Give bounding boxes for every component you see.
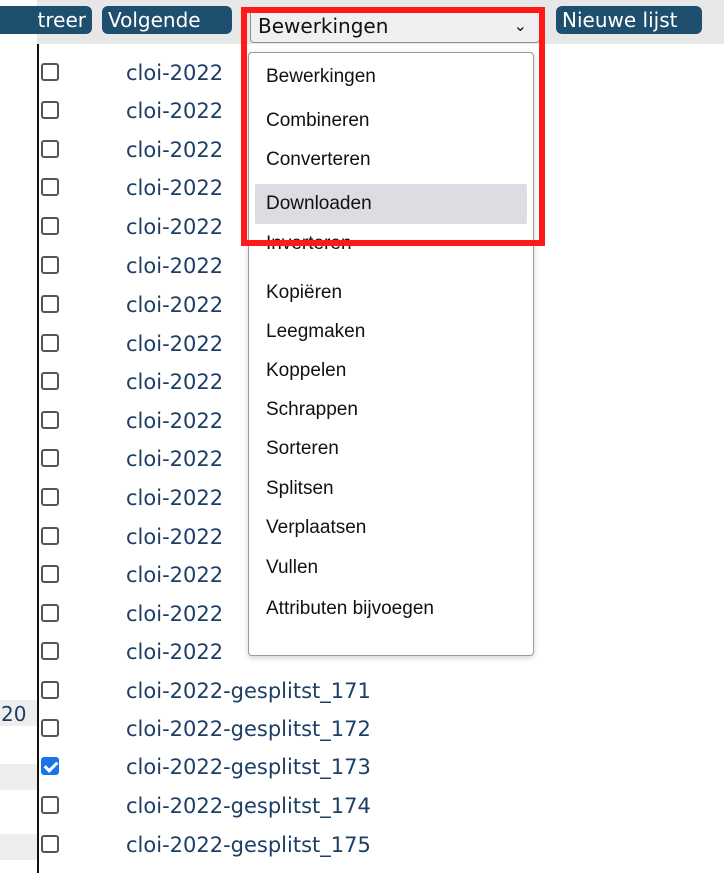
checkbox[interactable] (41, 681, 59, 699)
dropdown-option[interactable]: Koppelen (255, 351, 527, 391)
dropdown-option[interactable]: Sorteren (255, 429, 527, 469)
dropdown-option[interactable]: Verplaatsen (255, 508, 527, 548)
dropdown-option[interactable]: Combineren (255, 101, 527, 141)
checkbox[interactable] (41, 101, 59, 119)
list-item-link[interactable]: cloi-2022 (126, 287, 223, 323)
list-item-link[interactable]: cloi-2022-gesplitst_173 (126, 749, 371, 785)
list-item[interactable]: cloi-2022-gesplitst_172 (41, 711, 461, 749)
checkbox[interactable] (41, 411, 59, 429)
list-item-link[interactable]: cloi-2022 (126, 519, 223, 555)
background-row-band (0, 834, 40, 860)
list-item-link[interactable]: cloi-2022 (126, 634, 223, 670)
dropdown-option[interactable]: Downloaden (255, 184, 527, 224)
checkbox[interactable] (41, 488, 59, 506)
checkbox[interactable] (41, 449, 59, 467)
dropdown-option[interactable]: Bewerkingen (255, 57, 527, 97)
checkbox[interactable] (41, 256, 59, 274)
checkbox[interactable] (41, 604, 59, 622)
list-item-link[interactable]: cloi-2022 (126, 480, 223, 516)
dropdown-option[interactable]: Attributen bijvoegen (255, 589, 527, 629)
checkbox[interactable] (41, 217, 59, 235)
background-row-band (0, 764, 40, 790)
checkbox[interactable] (41, 295, 59, 313)
list-item-link[interactable]: cloi-2022 (126, 596, 223, 632)
checkbox[interactable] (41, 334, 59, 352)
next-button[interactable]: Volgende (102, 6, 232, 34)
list-item[interactable]: cloi-2022-gesplitst_174 (41, 788, 461, 826)
list-item[interactable]: cloi-2022-gesplitst_171 (41, 673, 461, 711)
checkbox[interactable] (41, 140, 59, 158)
operations-select[interactable]: Bewerkingen ⌄ (250, 9, 540, 43)
list-item-link[interactable]: cloi-2022 (126, 93, 223, 129)
checkbox[interactable] (41, 642, 59, 660)
list-item-link[interactable]: cloi-2022 (126, 209, 223, 245)
list-item-link[interactable]: cloi-2022 (126, 403, 223, 439)
chevron-down-icon: ⌄ (513, 16, 527, 35)
list-item-link[interactable]: cloi-2022 (126, 55, 223, 91)
list-item-link[interactable]: cloi-2022-gesplitst_174 (126, 788, 371, 824)
list-item-link[interactable]: cloi-2022 (126, 364, 223, 400)
checkbox[interactable] (41, 178, 59, 196)
checkbox[interactable] (41, 372, 59, 390)
dropdown-option[interactable]: Splitsen (255, 469, 527, 509)
dropdown-option[interactable]: Kopiëren (255, 273, 527, 313)
dropdown-option[interactable]: Leegmaken (255, 312, 527, 352)
checkbox[interactable] (41, 63, 59, 81)
list-item-link[interactable]: cloi-2022-gesplitst_171 (126, 673, 371, 709)
checkbox[interactable] (41, 719, 59, 737)
list-item-link[interactable]: cloi-2022 (126, 132, 223, 168)
new-list-button[interactable]: Nieuwe lijst (556, 6, 702, 34)
filter-button[interactable]: treer (0, 6, 92, 34)
dropdown-option[interactable]: Inverteren (255, 224, 527, 264)
list-item-link[interactable]: cloi-2022 (126, 557, 223, 593)
operations-dropdown-menu: Bewerkingen Combineren Converteren Download… (248, 52, 534, 656)
list-item-link[interactable]: cloi-2022-gesplitst_172 (126, 711, 371, 747)
checkbox[interactable] (41, 796, 59, 814)
dropdown-option[interactable]: Schrappen (255, 390, 527, 430)
background-page: 20 (0, 0, 40, 873)
checkbox-checked[interactable] (41, 757, 59, 775)
list-item[interactable]: cloi-2022-gesplitst_173 (41, 749, 461, 787)
dropdown-option[interactable]: Vullen (255, 548, 527, 588)
list-item-link[interactable]: cloi-2022 (126, 248, 223, 284)
list-item-link[interactable]: cloi-2022 (126, 170, 223, 206)
operations-select-value: Bewerkingen (258, 14, 389, 38)
dropdown-option[interactable]: Converteren (255, 140, 527, 180)
list-item-link[interactable]: cloi-2022 (126, 326, 223, 362)
list-item-link[interactable]: cloi-2022 (126, 441, 223, 477)
list-item[interactable]: cloi-2022-gesplitst_175 (41, 827, 461, 865)
background-text-fragment: 20 (1, 702, 27, 726)
checkbox[interactable] (41, 565, 59, 583)
list-item-link[interactable]: cloi-2022-gesplitst_175 (126, 827, 371, 863)
checkbox[interactable] (41, 835, 59, 853)
checkbox[interactable] (41, 527, 59, 545)
